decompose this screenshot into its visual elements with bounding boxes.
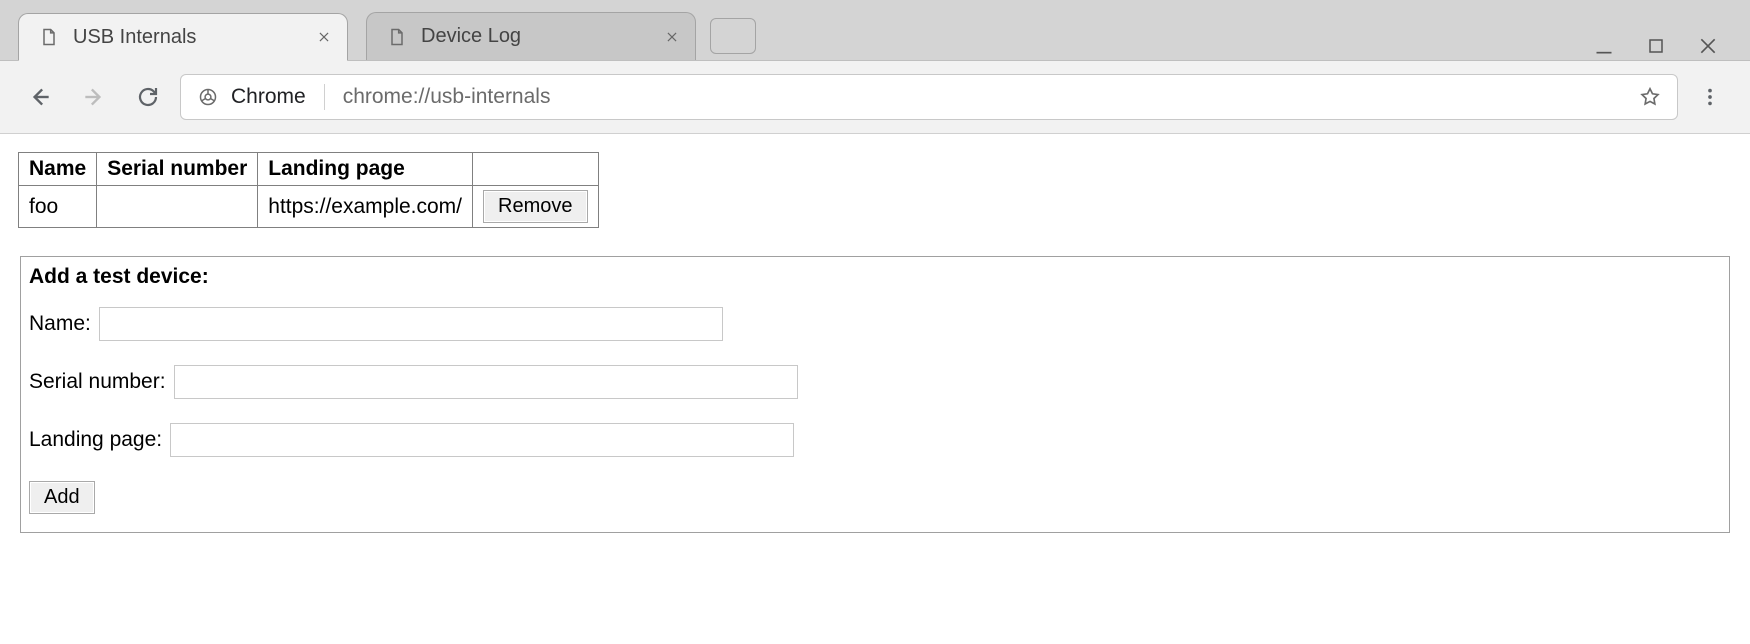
close-icon[interactable] [313, 26, 335, 48]
reload-button[interactable] [126, 75, 170, 119]
serial-input[interactable] [174, 365, 798, 399]
url-scheme-label: Chrome [231, 85, 306, 109]
page-content: Name Serial number Landing page foo http… [0, 134, 1750, 644]
window-maximize-icon[interactable] [1642, 32, 1670, 60]
tab-device-log[interactable]: Device Log [366, 12, 696, 60]
forward-button[interactable] [72, 75, 116, 119]
url-separator [324, 84, 325, 110]
table-header-action [473, 153, 598, 186]
tab-strip: USB Internals Device Log [0, 0, 1750, 61]
toolbar: Chrome chrome://usb-internals [0, 61, 1750, 134]
tab-usb-internals[interactable]: USB Internals [18, 13, 348, 61]
tab-title: USB Internals [73, 26, 301, 49]
new-tab-button[interactable] [710, 18, 756, 54]
add-button[interactable]: Add [29, 481, 95, 514]
name-label: Name: [29, 312, 91, 336]
landing-label: Landing page: [29, 428, 162, 452]
browser-menu-button[interactable] [1688, 75, 1732, 119]
cell-serial [97, 186, 258, 228]
window-close-icon[interactable] [1694, 32, 1722, 60]
tab-title: Device Log [421, 25, 649, 48]
bookmark-star-icon[interactable] [1639, 86, 1661, 108]
back-button[interactable] [18, 75, 62, 119]
remove-button[interactable]: Remove [483, 190, 587, 223]
address-bar[interactable]: Chrome chrome://usb-internals [180, 74, 1678, 120]
table-header-name: Name [19, 153, 97, 186]
name-input[interactable] [99, 307, 723, 341]
url-path: chrome://usb-internals [343, 85, 551, 109]
chrome-page-icon [197, 86, 219, 108]
add-device-panel: Add a test device: Name: Serial number: … [20, 256, 1730, 533]
device-table: Name Serial number Landing page foo http… [18, 152, 599, 228]
window-minimize-icon[interactable] [1590, 32, 1618, 60]
landing-input[interactable] [170, 423, 794, 457]
close-icon[interactable] [661, 26, 683, 48]
table-header-landing: Landing page [258, 153, 473, 186]
serial-label: Serial number: [29, 370, 166, 394]
page-icon [39, 27, 59, 47]
table-row: foo https://example.com/ Remove [19, 186, 599, 228]
add-device-title: Add a test device: [29, 265, 1713, 289]
table-header-serial: Serial number [97, 153, 258, 186]
cell-name: foo [19, 186, 97, 228]
page-icon [387, 27, 407, 47]
cell-landing: https://example.com/ [258, 186, 473, 228]
